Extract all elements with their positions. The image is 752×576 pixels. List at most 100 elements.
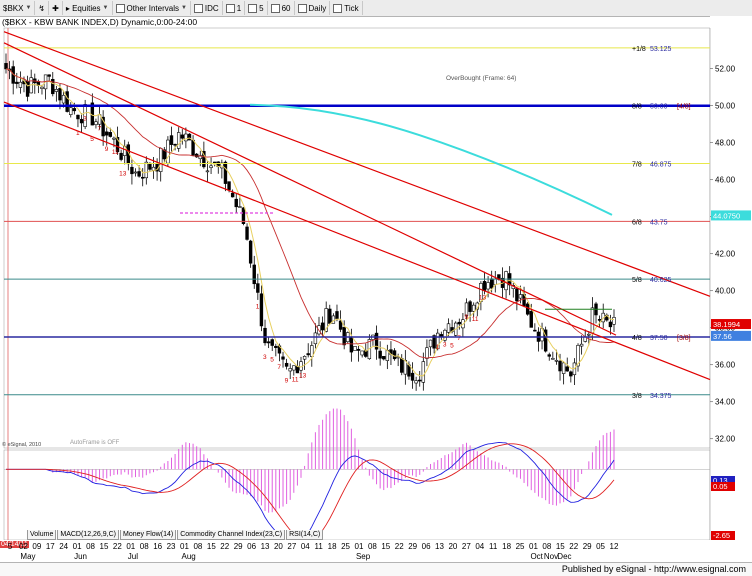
link-icon[interactable]: ↯ (35, 1, 50, 15)
add-icon[interactable]: ✚ (49, 1, 63, 15)
price-tick-label: 40.00 (715, 287, 736, 296)
price-badge-text: 37.56 (713, 332, 732, 341)
symbol-box[interactable]: $BKX ▼ (0, 1, 36, 15)
study-tab[interactable]: MACD(12,26,9,C) (57, 530, 119, 540)
study-tab[interactable]: RSI(14,C) (286, 530, 324, 540)
murrey-level-label: 7/8 (632, 162, 642, 169)
candle-body (259, 293, 264, 327)
candle-body (72, 108, 77, 112)
study-tab[interactable]: Volume (27, 530, 57, 540)
candle-body (356, 348, 361, 351)
candle-body (76, 114, 80, 120)
copyright-text: © eSignal, 2010 (2, 441, 41, 448)
date-tick-label: 29 (408, 542, 418, 551)
interval-60-checkbox[interactable] (270, 3, 280, 13)
chevron-down-icon: ▼ (180, 5, 187, 11)
candle-body (180, 134, 184, 139)
date-tick-label: 05 (596, 542, 606, 551)
interval-checkbox[interactable] (115, 3, 125, 13)
other-intervals-menu[interactable]: Other Intervals ▼ (113, 1, 191, 15)
interval-1-toggle[interactable]: 1 (223, 1, 246, 15)
macd-badge-text: -2.65 (713, 531, 730, 540)
tick-checkbox[interactable] (333, 3, 343, 13)
date-tick-label: 01 (72, 542, 82, 551)
candle-body (486, 282, 490, 290)
candle-body (108, 132, 113, 137)
candle-body (518, 294, 523, 299)
candle-body (58, 88, 62, 101)
tick-label: Tick (344, 3, 359, 13)
candle-body (382, 356, 386, 360)
month-label: Oct (530, 552, 543, 561)
murrey-level-label: +1/8 (632, 46, 646, 53)
month-label: Dec (557, 552, 572, 561)
interval-5-toggle[interactable]: 5 (245, 1, 268, 15)
candle-body (565, 366, 569, 372)
candle-body (558, 360, 562, 372)
candle-body (274, 345, 278, 348)
price-tick-label: 46.00 (715, 176, 736, 185)
price-tick-label: 34.00 (715, 398, 736, 407)
chevron-down-icon: ▼ (25, 5, 32, 11)
candle-body (590, 307, 595, 334)
date-tick-label: 20 (273, 542, 283, 551)
interval-1-checkbox[interactable] (225, 3, 235, 13)
sequential-count: 13 (299, 373, 307, 380)
overbought-label: OverBought (Frame: 64) (446, 75, 516, 82)
price-badge-text: 38.1994 (713, 320, 740, 329)
date-tick-label: 25 (515, 542, 525, 551)
candle-body (493, 278, 497, 285)
candle-body (320, 322, 325, 331)
candle-body (418, 379, 422, 382)
candle-body (612, 317, 616, 325)
candle-body (569, 371, 573, 377)
study-tab[interactable]: Money Flow(14) (120, 530, 177, 540)
candle-body (468, 301, 472, 312)
study-tab[interactable]: Commodity Channel Index(23,C) (177, 530, 286, 540)
candle-body (248, 240, 253, 264)
candle-body (266, 341, 271, 344)
date-tick-label: 01 (354, 542, 364, 551)
candle-body (238, 206, 242, 208)
candle-body (227, 181, 231, 190)
candle-body (176, 132, 181, 149)
candle-body (561, 362, 566, 374)
candle-body (223, 161, 228, 184)
month-label: Jun (74, 552, 88, 561)
interval-60-toggle[interactable]: 60 (268, 1, 295, 15)
equities-menu[interactable]: ▸ Equities ▼ (63, 1, 113, 15)
candle-body (446, 323, 451, 333)
date-tick-label: 11 (314, 542, 323, 551)
date-tick-label: 13 (435, 542, 444, 551)
candle-body (234, 198, 238, 208)
date-tick-label: 11 (489, 542, 498, 551)
interval-5-checkbox[interactable] (248, 3, 258, 13)
symbol-text: $BKX (3, 3, 24, 13)
candle-body (547, 354, 551, 357)
candle-body (392, 350, 397, 360)
daily-toggle[interactable]: Daily (295, 1, 331, 15)
date-tick-label: 22 (394, 542, 404, 551)
idc-toggle[interactable]: IDC (191, 1, 223, 15)
candle-body (25, 80, 30, 97)
candle-body (4, 63, 8, 70)
toolbar: $BKX ▼ ↯ ✚ ▸ Equities ▼ Other Intervals ▼ I… (0, 0, 752, 17)
chart-title: ($BKX - KBW BANK INDEX,D) Dynamic,0:00-2… (2, 17, 197, 27)
date-tick-label: 06 (421, 542, 431, 551)
candle-body (18, 81, 23, 88)
tick-toggle[interactable]: Tick (330, 1, 363, 15)
idc-checkbox[interactable] (193, 3, 203, 13)
candle-body (191, 139, 195, 156)
murrey-value-label: 37.50 (650, 335, 668, 342)
candle-body (328, 308, 332, 324)
daily-checkbox[interactable] (297, 3, 307, 13)
date-tick-label: 12 (609, 542, 619, 551)
murrey-value-label: 40.625 (650, 277, 672, 284)
month-label: May (20, 552, 36, 561)
murrey-level-label: 4/8 (632, 335, 642, 342)
candle-body (292, 365, 296, 371)
idc-label: IDC (204, 3, 219, 13)
daily-label: Daily (308, 3, 327, 13)
price-chart[interactable]: 13579 111313 579 11131 3 579 1113 52.0050.0048… (0, 16, 752, 540)
candle-body (209, 165, 213, 168)
